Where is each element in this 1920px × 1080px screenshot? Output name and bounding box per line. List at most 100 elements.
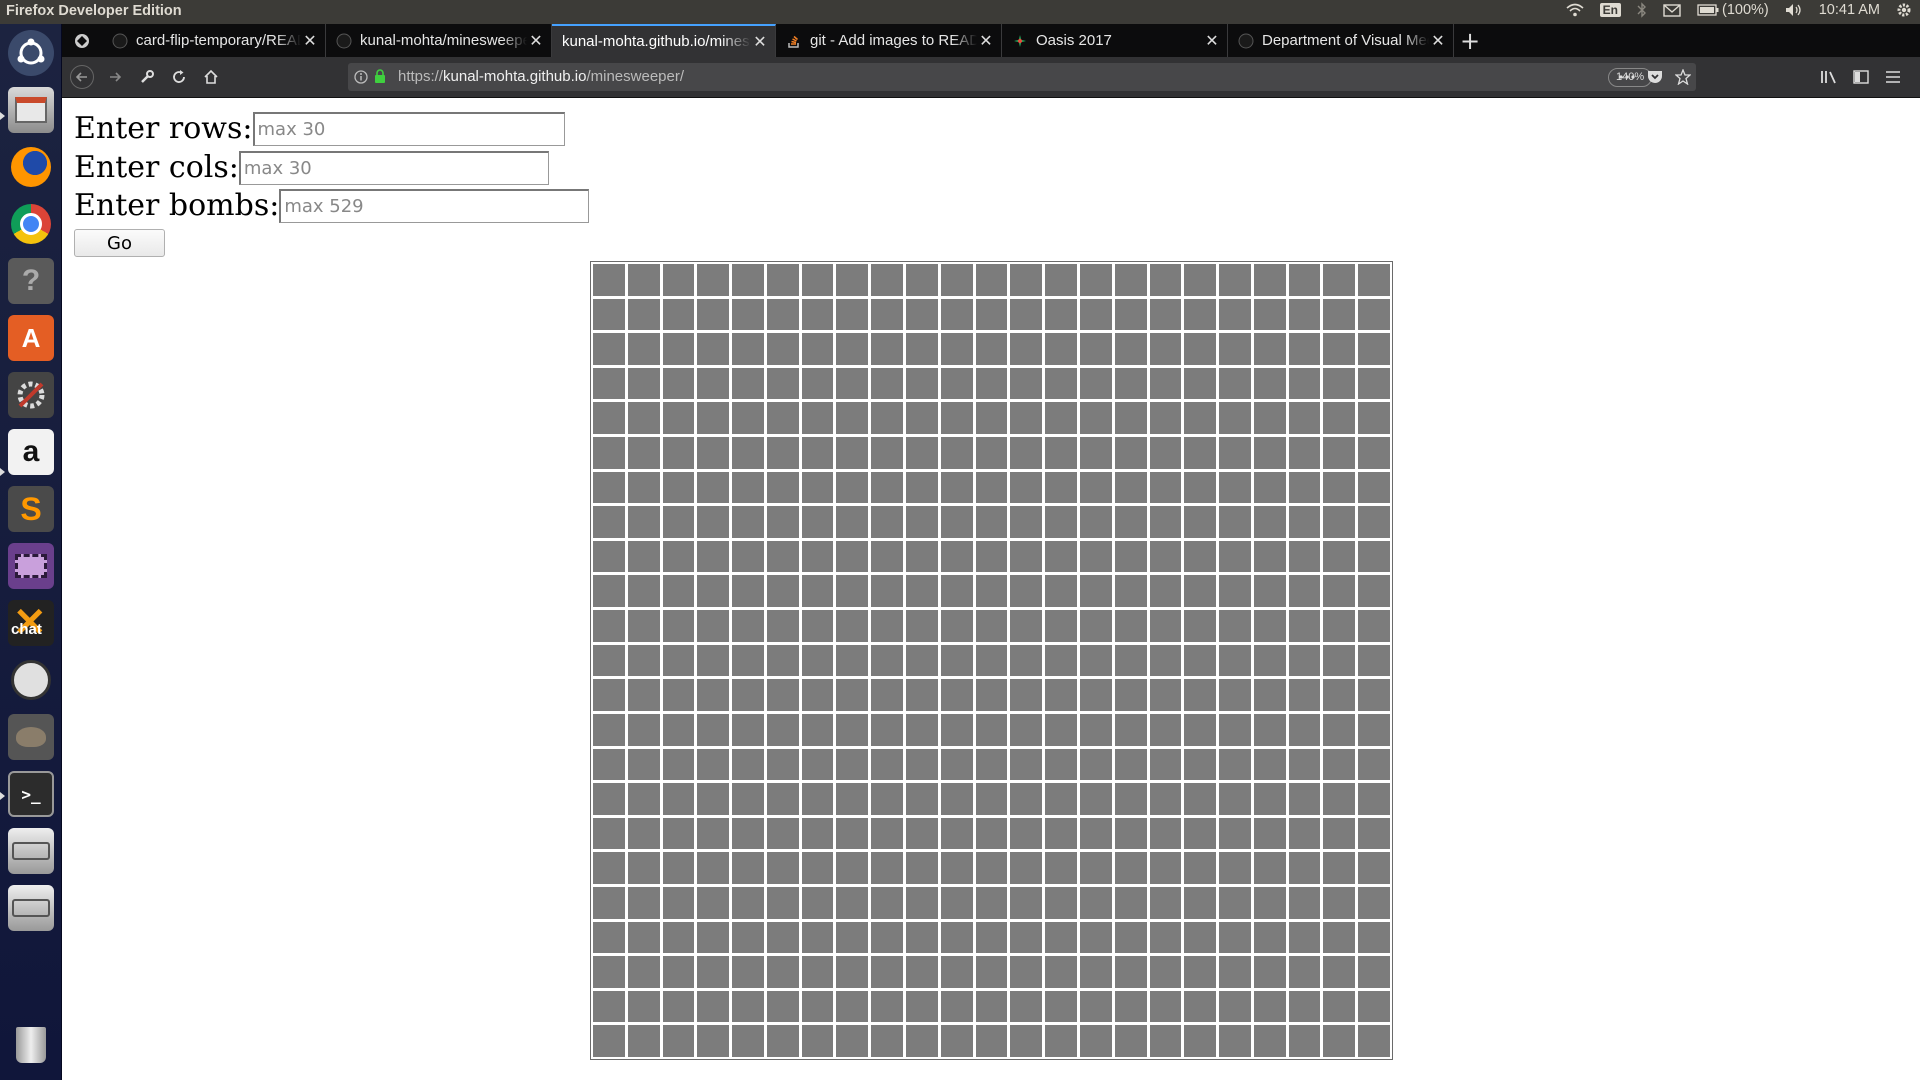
- board-cell[interactable]: [1045, 852, 1077, 884]
- board-cell[interactable]: [766, 402, 799, 435]
- sidebar-button[interactable]: [1850, 66, 1872, 88]
- board-cell[interactable]: [593, 437, 625, 469]
- board-cell[interactable]: [766, 298, 799, 331]
- board-cell[interactable]: [836, 713, 869, 746]
- board-cell[interactable]: [1010, 367, 1043, 400]
- board-cell[interactable]: [662, 402, 695, 435]
- tab-department-visual-media[interactable]: Department of Visual Media ✕: [1228, 24, 1454, 57]
- board-cell[interactable]: [697, 506, 730, 538]
- board-cell[interactable]: [732, 540, 764, 573]
- board-cell[interactable]: [766, 540, 799, 573]
- board-cell[interactable]: [732, 783, 764, 815]
- board-cell[interactable]: [1358, 540, 1390, 573]
- board-cell[interactable]: [1114, 471, 1147, 504]
- board-cell[interactable]: [801, 471, 834, 504]
- board-cell[interactable]: [732, 817, 764, 850]
- board-cell[interactable]: [836, 990, 869, 1023]
- board-cell[interactable]: [1114, 540, 1147, 573]
- board-cell[interactable]: [1288, 817, 1321, 850]
- board-cell[interactable]: [1079, 644, 1112, 677]
- board-cell[interactable]: [593, 367, 625, 400]
- drive-icon[interactable]: [8, 885, 54, 931]
- board-cell[interactable]: [662, 713, 695, 746]
- board-cell[interactable]: [627, 852, 660, 884]
- board-cell[interactable]: [1149, 575, 1182, 608]
- board-cell[interactable]: [1045, 817, 1077, 850]
- board-cell[interactable]: [801, 990, 834, 1023]
- board-cell[interactable]: [766, 990, 799, 1023]
- board-cell[interactable]: [593, 540, 625, 573]
- board-cell[interactable]: [975, 264, 1008, 296]
- back-button[interactable]: [70, 65, 94, 89]
- board-cell[interactable]: [1323, 437, 1356, 469]
- board-cell[interactable]: [1288, 1025, 1321, 1057]
- board-cell[interactable]: [1323, 921, 1356, 954]
- board-cell[interactable]: [975, 610, 1008, 642]
- close-icon[interactable]: ✕: [301, 31, 319, 51]
- board-cell[interactable]: [662, 679, 695, 711]
- board-cell[interactable]: [1358, 921, 1390, 954]
- board-cell[interactable]: [627, 402, 660, 435]
- board-cell[interactable]: [940, 367, 973, 400]
- board-cell[interactable]: [1149, 506, 1182, 538]
- board-cell[interactable]: [836, 921, 869, 954]
- board-cell[interactable]: [1045, 921, 1077, 954]
- board-cell[interactable]: [1219, 956, 1251, 988]
- board-cell[interactable]: [1219, 264, 1251, 296]
- board-cell[interactable]: [801, 333, 834, 365]
- board-cell[interactable]: [1149, 264, 1182, 296]
- board-cell[interactable]: [1253, 298, 1286, 331]
- board-cell[interactable]: [871, 679, 904, 711]
- board-cell[interactable]: [940, 333, 973, 365]
- board-cell[interactable]: [906, 713, 938, 746]
- board-cell[interactable]: [732, 610, 764, 642]
- go-button[interactable]: Go: [74, 229, 165, 257]
- board-cell[interactable]: [1114, 852, 1147, 884]
- board-cell[interactable]: [801, 575, 834, 608]
- board-cell[interactable]: [1219, 437, 1251, 469]
- board-cell[interactable]: [906, 852, 938, 884]
- board-cell[interactable]: [627, 921, 660, 954]
- board-cell[interactable]: [1358, 437, 1390, 469]
- board-cell[interactable]: [627, 990, 660, 1023]
- board-cell[interactable]: [1184, 679, 1217, 711]
- board-cell[interactable]: [1288, 990, 1321, 1023]
- board-cell[interactable]: [627, 264, 660, 296]
- board-cell[interactable]: [1114, 713, 1147, 746]
- board-cell[interactable]: [1219, 921, 1251, 954]
- board-cell[interactable]: [1253, 679, 1286, 711]
- board-cell[interactable]: [940, 852, 973, 884]
- board-cell[interactable]: [871, 264, 904, 296]
- board-cell[interactable]: [1079, 333, 1112, 365]
- board-cell[interactable]: [1219, 1025, 1251, 1057]
- board-cell[interactable]: [1253, 1025, 1286, 1057]
- board-cell[interactable]: [906, 644, 938, 677]
- board-cell[interactable]: [1358, 471, 1390, 504]
- board-cell[interactable]: [732, 506, 764, 538]
- board-cell[interactable]: [1045, 367, 1077, 400]
- board-cell[interactable]: [766, 679, 799, 711]
- board-cell[interactable]: [1219, 540, 1251, 573]
- close-icon[interactable]: ✕: [1203, 31, 1221, 51]
- drive-icon[interactable]: [8, 828, 54, 874]
- board-cell[interactable]: [1045, 956, 1077, 988]
- board-cell[interactable]: [1045, 575, 1077, 608]
- board-cell[interactable]: [1149, 471, 1182, 504]
- board-cell[interactable]: [801, 298, 834, 331]
- menu-button[interactable]: [1882, 66, 1904, 88]
- board-cell[interactable]: [1114, 437, 1147, 469]
- board-cell[interactable]: [697, 367, 730, 400]
- board-cell[interactable]: [1149, 610, 1182, 642]
- board-cell[interactable]: [766, 437, 799, 469]
- board-cell[interactable]: [940, 540, 973, 573]
- board-cell[interactable]: [1358, 402, 1390, 435]
- board-cell[interactable]: [593, 333, 625, 365]
- board-cell[interactable]: [1358, 506, 1390, 538]
- trash-icon[interactable]: [8, 1022, 54, 1068]
- board-cell[interactable]: [975, 471, 1008, 504]
- battery-indicator[interactable]: (100%): [1697, 2, 1769, 18]
- board-cell[interactable]: [1010, 713, 1043, 746]
- board-cell[interactable]: [766, 471, 799, 504]
- board-cell[interactable]: [1184, 921, 1217, 954]
- board-cell[interactable]: [1010, 264, 1043, 296]
